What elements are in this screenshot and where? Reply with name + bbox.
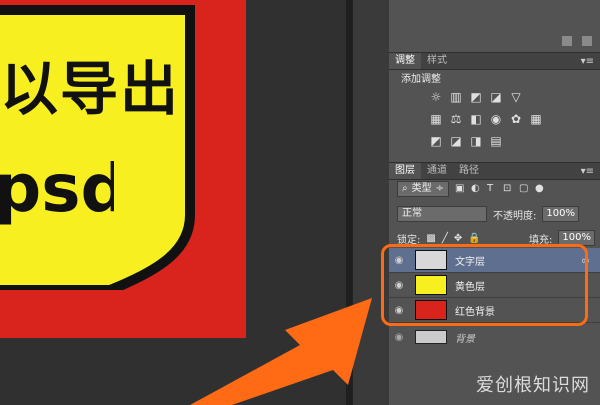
trash-icon[interactable] [582,36,592,46]
adjustments-tabbar: 调整 样式 ▾≡ [389,52,600,70]
opacity-label: 不透明度: [493,210,537,222]
tab-paths[interactable]: 路径 [453,163,485,179]
bw-icon[interactable]: ◧ [469,112,483,126]
top-panel-icons [562,36,592,48]
chevron-down-icon: ÷ [435,183,444,194]
layer-filter-row: ⌕ 类型 ÷ ▣ ◐ T ⊡ ▢ ● [397,180,593,198]
type-filter-icon[interactable]: T [487,184,497,194]
levels-icon[interactable]: ▥ [449,90,463,104]
balance-icon[interactable]: ⚖ [449,112,463,126]
hsl-icon[interactable]: ▦ [429,112,443,126]
invert-icon[interactable]: ◩ [429,134,443,148]
curves-icon[interactable]: ◩ [469,90,483,104]
triangle-icon[interactable]: ▽ [509,90,523,104]
channel-mixer-icon[interactable]: ✿ [509,112,523,126]
lock-move-icon[interactable]: ✥ [454,233,462,244]
badge-text-line1: 以导出 [0,55,181,123]
blend-row: 正常 不透明度: 100% [397,206,595,222]
layers-tabbar: 图层 通道 路径 ▾≡ [389,162,600,180]
panel-menu-icon[interactable]: ▾≡ [581,56,594,67]
threshold-icon[interactable]: ◨ [469,134,483,148]
watermark: 爱创根知识网 [476,375,590,396]
background-thumb [415,330,447,344]
posterize-icon[interactable]: ◪ [449,134,463,148]
top-strip [389,0,600,30]
smart-filter-icon[interactable]: ▢ [519,184,529,194]
adjustment-icons-grid: ☼ ▥ ◩ ◪ ▽ ▦ ⚖ ◧ ◉ ✿ ▦ ◩ ◪ ◨ ▤ [429,90,579,156]
panel-scrollbar[interactable] [352,0,389,405]
filter-type-select[interactable]: ⌕ 类型 ÷ [397,181,449,197]
lock-pixels-icon[interactable]: ▩ [426,233,435,244]
tab-channels[interactable]: 通道 [421,163,453,179]
add-adjustment-label: 添加调整 [401,74,441,85]
blend-mode-select[interactable]: 正常 [397,206,487,222]
exposure-icon[interactable]: ◪ [489,90,503,104]
photo-filter-icon[interactable]: ◉ [489,112,503,126]
lock-brush-icon[interactable]: ╱ [442,233,448,244]
filter-toggle-icon[interactable]: ● [535,184,545,194]
eye-icon[interactable]: ◉ [389,332,409,343]
opacity-value[interactable]: 100% [542,206,579,222]
image-filter-icon[interactable]: ▣ [455,184,465,194]
right-panel: 调整 样式 ▾≡ 添加调整 ☼ ▥ ◩ ◪ ▽ ▦ ⚖ ◧ ◉ ✿ ▦ ◩ ◪ … [389,0,600,405]
color-lookup-icon[interactable]: ▦ [529,112,543,126]
gradient-map-icon[interactable]: ▤ [489,134,503,148]
highlight-box [381,244,588,326]
document-canvas[interactable]: 以导出 psd [0,0,346,405]
new-icon[interactable] [562,36,572,46]
panel-menu-icon[interactable]: ▾≡ [581,166,594,177]
adjustment-filter-icon[interactable]: ◐ [471,184,481,194]
tab-layers[interactable]: 图层 [389,163,421,179]
badge-text-line2: psd [0,150,114,227]
tab-adjustments[interactable]: 调整 [389,53,421,69]
lock-all-icon[interactable]: 🔒 [468,233,480,244]
tab-styles[interactable]: 样式 [421,53,453,69]
sun-icon[interactable]: ☼ [429,90,443,104]
layer-background[interactable]: ◉ 背景 [389,328,600,346]
shape-filter-icon[interactable]: ⊡ [503,184,513,194]
search-icon: ⌕ [402,183,408,194]
